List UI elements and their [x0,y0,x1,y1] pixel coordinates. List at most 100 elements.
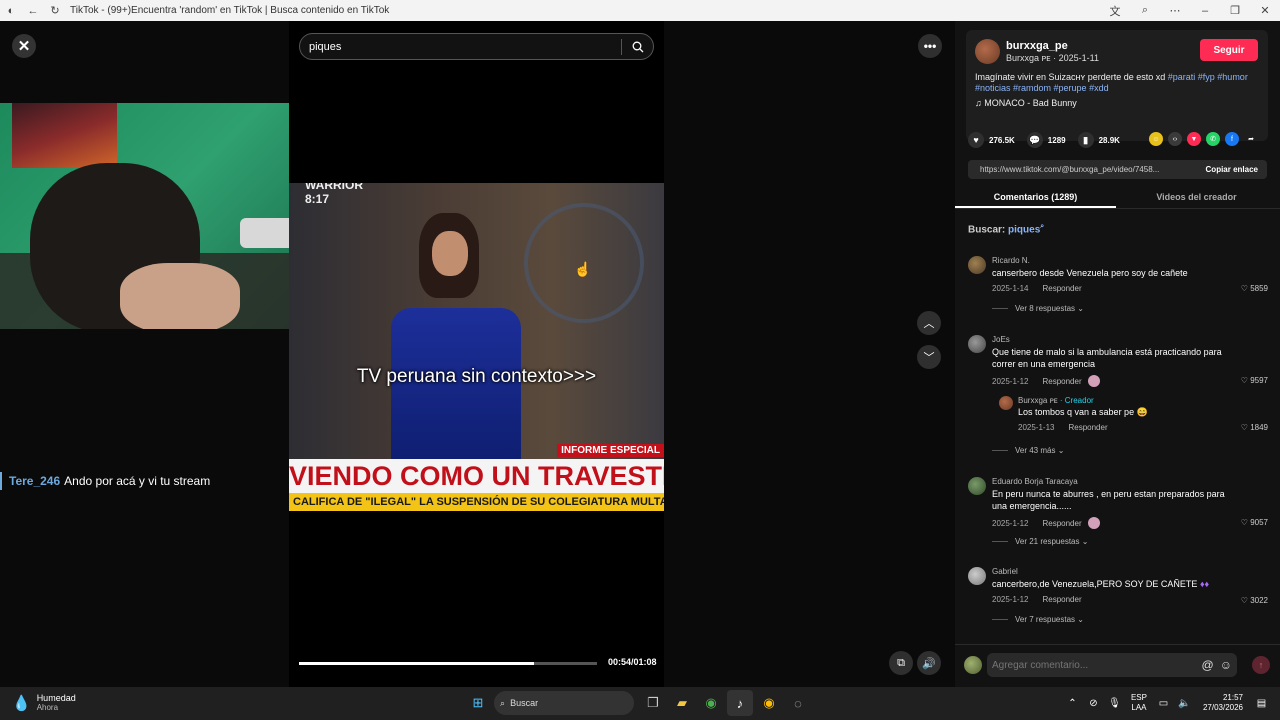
comment-field[interactable]: @ ☺ [987,653,1237,677]
back-icon[interactable]: ← [22,0,44,21]
emoji-picker-icon[interactable]: ☺ [1220,658,1232,672]
author-username[interactable]: burxxga_pe [1006,40,1068,52]
previous-video-button[interactable]: ︿ [917,311,941,335]
repost-icon[interactable]: ☺ [1149,132,1163,146]
reply-button[interactable]: Responder [1042,377,1081,386]
volume-icon[interactable]: 🔈 [1174,690,1195,716]
pip-button[interactable]: ⧉ [889,651,913,675]
comments-panel: burxxga_pe Burxxga ᴘᴇ · 2025-1-11 Seguir… [955,21,1280,687]
commenter-avatar[interactable] [968,335,986,353]
bookmark-icon: ▮ [1077,132,1094,148]
chrome-profile-icon[interactable]: ◉ [756,690,782,716]
share-buttons: ☺ ‹› ▼ ✆ f ➦ [1149,132,1263,146]
comment-likes[interactable]: ♡ 9057 [1241,518,1268,527]
creator-reply-text: Los tombos q van a saber pe 😄 [1018,407,1148,418]
minimize-icon[interactable]: – [1190,0,1220,21]
webcam-overlay [0,103,305,329]
search-hint-query[interactable]: piques [1008,224,1040,235]
creator-reply-name[interactable]: Burxxga ᴘᴇ [1018,396,1058,405]
embed-icon[interactable]: ‹› [1168,132,1182,146]
whatsapp-icon[interactable]: ✆ [1206,132,1220,146]
reply-button[interactable]: Responder [1042,595,1081,604]
language-indicator[interactable]: ESP LAA [1131,693,1147,713]
comment-likes[interactable]: ♡ 9597 [1241,376,1268,385]
refresh-icon[interactable]: ↻ [44,0,66,21]
chevron-up-icon[interactable]: ⌃ [1062,690,1083,716]
heart-outline-icon: ♡ [1240,423,1248,432]
file-explorer-icon[interactable]: ▰ [669,690,695,716]
replies-line [992,450,1008,451]
comment-input[interactable] [992,659,1202,671]
network-off-icon[interactable]: ⊘ [1083,690,1104,716]
commenter-name[interactable]: Eduardo Borja Taracaya [992,477,1078,486]
reply-button[interactable]: Responder [1042,284,1081,293]
obs-icon[interactable]: ◌ [785,690,811,716]
post-info-card: burxxga_pe Burxxga ᴘᴇ · 2025-1-11 Seguir… [966,30,1268,141]
send-comment-button[interactable]: ↑ [1252,656,1270,674]
creator-reply-likes[interactable]: ♡ 1849 [1241,423,1268,432]
view-replies-button[interactable]: Ver 21 respuestas ⌄ [992,537,1088,546]
replies-line [992,541,1008,542]
commenter-name[interactable]: JoEs [992,335,1010,344]
comment-likes[interactable]: ♡ 5859 [1241,284,1268,293]
copy-link-button[interactable]: Copiar enlace [1197,165,1267,174]
commenter-avatar[interactable] [968,567,986,585]
video-frame[interactable]: WARRIOR 8:17 TV peruana sin contexto>>> … [289,183,664,511]
facebook-icon[interactable]: f [1225,132,1239,146]
small-search-icon: ⌕ [1040,223,1045,230]
view-more-replies-button[interactable]: Ver 43 más ⌄ [992,446,1064,455]
music-info[interactable]: ♫ MONACO - Bad Bunny [975,98,1077,108]
author-avatar[interactable] [975,39,1000,64]
chevron-down-icon: ⌄ [1057,446,1065,455]
more-menu-icon[interactable]: ⋯ [1160,0,1190,21]
reply-button[interactable]: Responder [1042,519,1081,528]
next-video-button[interactable]: ﹀ [917,345,941,369]
chrome-icon[interactable]: ◉ [698,690,724,716]
comment-likes[interactable]: ♡ 3022 [1241,596,1268,605]
commenter-name[interactable]: Ricardo N. [992,256,1030,265]
like-stat[interactable]: ♥ 276.5K [968,132,1015,148]
video-progress-bar[interactable] [299,662,597,665]
send-to-friends-icon[interactable]: ▼ [1187,132,1201,146]
notification-icon[interactable]: ▤ [1251,690,1272,716]
tab-creator-videos[interactable]: Videos del creador [1116,187,1277,208]
ellipsis-icon: ••• [923,39,937,53]
creator-avatar[interactable] [999,396,1013,410]
close-window-icon[interactable]: ✕ [1250,0,1280,21]
more-options-button[interactable]: ••• [918,34,942,58]
commenter-name[interactable]: Gabriel [992,567,1018,576]
tiktok-icon[interactable]: ♪ [727,690,753,716]
close-video-button[interactable]: ✕ [12,34,36,58]
hashtags-line2[interactable]: #noticias #ramdom #perupe #xdd [975,83,1109,93]
mention-icon[interactable]: @ [1202,658,1214,672]
volume-button[interactable]: 🔊 [917,651,941,675]
hashtags-line1[interactable]: #parati #fyp #humor [1168,72,1248,82]
clock[interactable]: 21:57 27/03/2026 [1203,693,1243,713]
search-input[interactable] [300,40,621,53]
restore-icon[interactable]: ❐ [1220,0,1250,21]
heart-outline-icon: ♡ [1240,518,1248,527]
commenter-avatar[interactable] [968,477,986,495]
tab-comments[interactable]: Comentarios (1289) [955,187,1116,208]
microphone-icon[interactable]: 🎙 [1104,690,1125,716]
view-replies-button[interactable]: Ver 8 respuestas ⌄ [992,304,1084,313]
follow-button[interactable]: Seguir [1200,39,1258,61]
comment-stat[interactable]: 💬 1289 [1026,132,1066,148]
share-arrow-icon[interactable]: ➦ [1244,132,1258,146]
translate-icon[interactable]: 文 [1100,0,1130,21]
save-stat[interactable]: ▮ 28.9K [1077,132,1120,148]
task-view-icon[interactable]: ❐ [640,690,666,716]
taskbar-search[interactable]: ⌕ Buscar [494,691,634,715]
video-link[interactable]: https://www.tiktok.com/@burxxga_pe/video… [968,165,1197,174]
display-icon[interactable]: ▭ [1153,690,1174,716]
creator-liked-icon [1087,375,1100,387]
start-menu-icon[interactable]: ⊞ [465,690,491,716]
weather-widget[interactable]: 💧 Humedad Ahora [12,693,76,713]
video-column: WARRIOR 8:17 TV peruana sin contexto>>> … [289,21,664,687]
search-icon[interactable] [622,41,653,53]
search-bar[interactable] [299,33,654,60]
zoom-icon[interactable]: ⌕ [1130,0,1160,21]
view-replies-button[interactable]: Ver 7 respuestas ⌄ [992,615,1084,624]
reply-button[interactable]: Responder [1068,423,1107,432]
commenter-avatar[interactable] [968,256,986,274]
